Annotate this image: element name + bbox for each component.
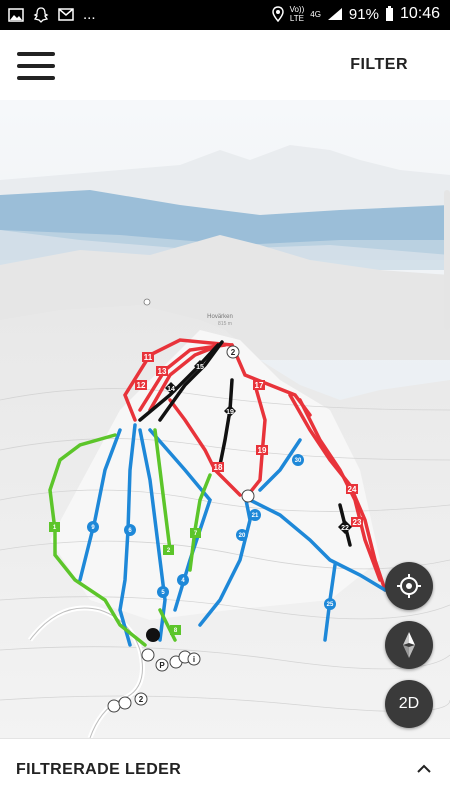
location-icon	[271, 6, 284, 22]
gmail-icon	[58, 8, 74, 21]
marker-25-label: 25	[327, 602, 334, 608]
marker-17-label: 17	[255, 381, 264, 390]
network-type: 4G	[310, 9, 321, 19]
marker-18-label: 18	[214, 463, 223, 472]
notification-dots: ...	[83, 6, 96, 23]
locate-crosshair-icon	[397, 574, 421, 598]
marker-24-label: 24	[348, 485, 357, 494]
compass-button[interactable]	[385, 621, 433, 669]
battery-icon	[385, 6, 393, 21]
poi-crosscountry-2[interactable]	[118, 696, 132, 710]
marker-30-label: 30	[295, 458, 302, 464]
status-bar: ... Vo)) LTE 4G 91% 10:46	[0, 0, 450, 30]
marker-15-label: 15	[196, 364, 204, 371]
compass-icon	[403, 632, 415, 658]
snapchat-icon	[33, 6, 49, 23]
marker-14-label: 14	[167, 386, 175, 393]
poi-base-station[interactable]	[146, 628, 160, 642]
view-mode-2d-button[interactable]: 2D	[385, 680, 433, 728]
hamburger-menu-icon[interactable]	[17, 52, 55, 80]
signal-icon	[327, 8, 342, 20]
marker-11-label: 11	[144, 353, 153, 362]
poi-crosscountry[interactable]	[107, 699, 121, 713]
chevron-up-icon[interactable]	[416, 761, 432, 777]
marker-19b-label: 19	[226, 409, 234, 416]
map-canvas[interactable]: Hovärken 815 m 11 13 12 17 19 18 24 23 1…	[0, 100, 450, 738]
poi-info-label: i	[193, 655, 195, 664]
image-icon	[8, 7, 24, 22]
peak-elevation: 815 m	[218, 321, 232, 327]
poi-parking-label: P	[159, 661, 165, 670]
marker-21-label: 21	[252, 513, 259, 519]
locate-button[interactable]	[385, 562, 433, 610]
volte-indicator: Vo)) LTE	[289, 5, 305, 23]
marker-23-label: 23	[353, 518, 362, 527]
poi-top-label: 2	[231, 348, 236, 357]
marker-12-label: 12	[137, 381, 146, 390]
app-header: FILTER	[0, 30, 450, 101]
filtered-trails-label: FILTRERADE LEDER	[16, 761, 182, 778]
battery-percent: 91%	[348, 5, 379, 23]
filter-button[interactable]: FILTER	[350, 56, 408, 74]
summit-marker[interactable]	[143, 298, 151, 306]
poi-cluster-2-label: 2	[139, 695, 144, 704]
peak-name: Hovärken	[207, 314, 233, 320]
marker-13-label: 13	[158, 367, 167, 376]
poi-restaurant-1[interactable]	[141, 648, 155, 662]
ski-map[interactable]: Hovärken 815 m 11 13 12 17 19 18 24 23 1…	[0, 100, 450, 738]
clock: 10:46	[399, 5, 440, 22]
poi-lift-station[interactable]	[241, 489, 255, 503]
marker-22-label: 22	[341, 525, 349, 532]
marker-19r-label: 19	[258, 446, 267, 455]
filtered-trails-bar[interactable]: FILTRERADE LEDER	[0, 738, 450, 801]
map-scroll-indicator	[444, 190, 450, 330]
marker-20-label: 20	[239, 533, 246, 539]
